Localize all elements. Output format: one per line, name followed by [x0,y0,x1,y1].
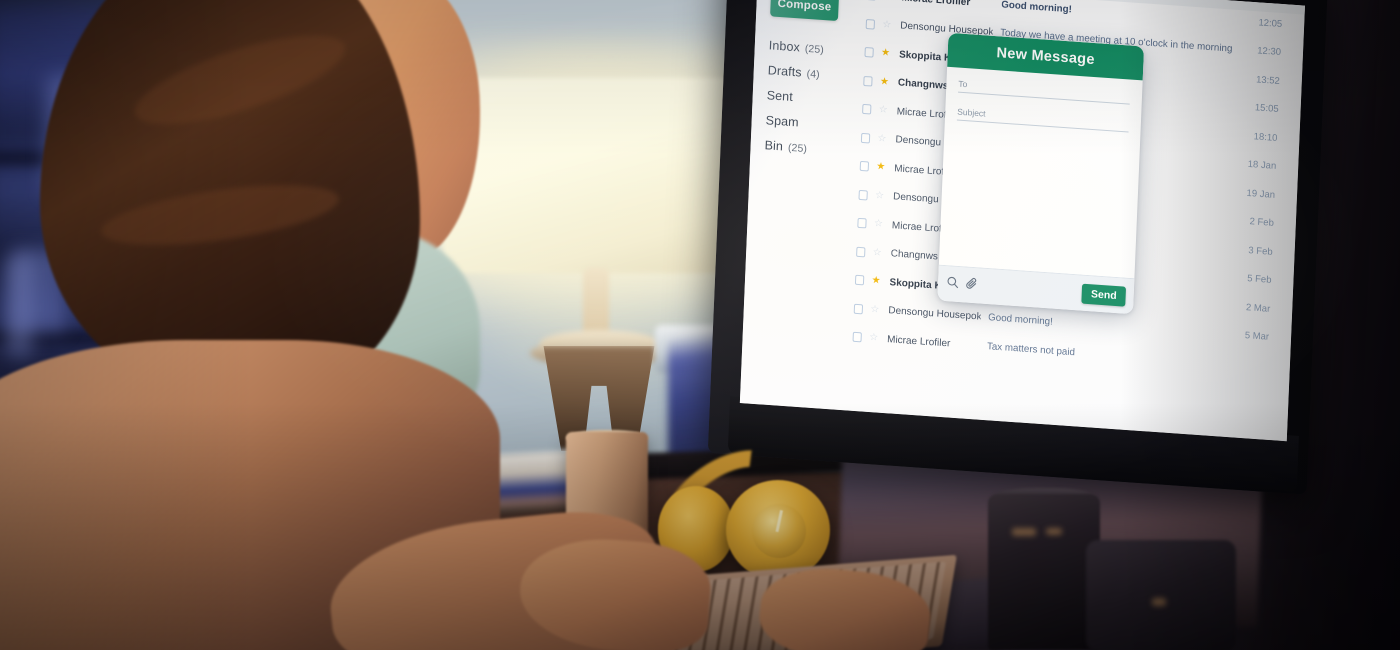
sidebar-item-label: Sent [766,88,794,105]
sidebar-item-count: (25) [787,141,808,156]
email-date: 15:05 [1254,102,1279,116]
star-icon[interactable]: ☆ [879,104,889,116]
sidebar-item-label: Bin [764,138,784,154]
camera-body [1086,540,1236,650]
email-date: 5 Mar [1244,330,1270,344]
star-icon[interactable]: ☆ [869,332,879,344]
row-checkbox[interactable] [859,161,869,172]
row-checkbox[interactable] [860,132,870,144]
email-date: 12:05 [1258,17,1283,30]
sidebar-item-label: Drafts [767,63,802,80]
email-date: 18:10 [1253,131,1278,144]
camera-highlight [1152,598,1166,606]
email-date: 19 Jan [1246,187,1276,201]
row-checkbox[interactable] [858,189,868,201]
sidebar-item-drafts[interactable]: Drafts (4) [768,63,858,83]
subject-field[interactable]: Subject [956,103,1130,133]
sidebar-nav: Inbox (25) Drafts (4) Sent Spam Bin (25) [764,38,859,158]
row-checkbox[interactable] [857,218,867,229]
email-date: 3 Feb [1248,244,1273,258]
compose-dialog: New Message To Subject Send [937,32,1145,315]
row-checkbox[interactable] [866,0,876,1]
row-checkbox[interactable] [864,47,874,58]
camera-lens [988,494,1100,650]
row-checkbox[interactable] [854,275,864,286]
sidebar-item-sent[interactable]: Sent [766,88,856,108]
email-sender: Micrae Lrofiler [901,0,971,8]
email-date: 12:30 [1257,45,1282,59]
row-checkbox[interactable] [863,75,873,87]
email-date: 13:52 [1255,74,1281,87]
star-icon[interactable]: ☆ [870,304,880,316]
attachment-icon[interactable] [965,276,979,295]
sidebar-item-bin[interactable]: Bin (25) [764,138,854,158]
star-icon[interactable]: ☆ [873,247,883,259]
computer-monitor: Compose Inbox (25) Drafts (4) Sent Spam … [707,0,1329,495]
star-icon[interactable]: ☆ [874,218,884,230]
sidebar: Compose Inbox (25) Drafts (4) Sent Spam … [740,0,862,410]
email-date: 2 Mar [1245,301,1271,315]
email-client-window: Compose Inbox (25) Drafts (4) Sent Spam … [739,0,1305,442]
star-icon[interactable]: ★ [871,275,881,287]
to-field[interactable]: To [958,75,1131,105]
email-date [1232,363,1290,367]
star-icon[interactable]: ★ [876,161,886,173]
email-sender: Densongu Housepok [888,305,981,323]
compose-dialog-body: To Subject [939,67,1143,279]
row-checkbox[interactable] [865,18,875,30]
monitor-screen: Compose Inbox (25) Drafts (4) Sent Spam … [739,0,1305,442]
footer-icon-group [946,275,979,295]
sidebar-item-count: (25) [804,42,825,57]
star-icon[interactable]: ☆ [875,190,885,202]
message-body-input[interactable] [952,132,1128,254]
camera-highlight [1046,528,1062,535]
headphones-dial [752,504,806,558]
sidebar-item-inbox[interactable]: Inbox (25) [769,38,859,58]
star-icon[interactable]: ☆ [882,19,892,31]
email-date: 2 Feb [1249,216,1275,230]
sidebar-item-spam[interactable]: Spam [765,113,855,133]
sidebar-item-count: (4) [806,67,820,81]
search-icon[interactable] [946,275,960,294]
star-icon[interactable]: ★ [883,0,893,2]
camera-highlight [1012,528,1036,536]
send-button[interactable]: Send [1081,283,1127,307]
sidebar-item-label: Spam [765,113,799,130]
email-date: 5 Feb [1246,273,1272,287]
screenshot-scene: Compose Inbox (25) Drafts (4) Sent Spam … [0,0,1400,650]
row-checkbox[interactable] [862,104,871,115]
star-icon[interactable]: ★ [881,47,891,59]
row-checkbox[interactable] [853,303,863,315]
star-icon[interactable]: ☆ [877,133,887,145]
compose-button[interactable]: Compose [770,0,840,22]
email-date: 18 Jan [1247,159,1277,173]
star-icon[interactable]: ★ [880,76,890,88]
row-checkbox[interactable] [852,331,862,343]
row-checkbox[interactable] [856,246,865,258]
to-field-label: To [958,78,968,90]
subject-field-label: Subject [957,106,986,119]
email-sender: Micrae Lrofiler [886,333,951,350]
sidebar-item-label: Inbox [768,38,801,55]
